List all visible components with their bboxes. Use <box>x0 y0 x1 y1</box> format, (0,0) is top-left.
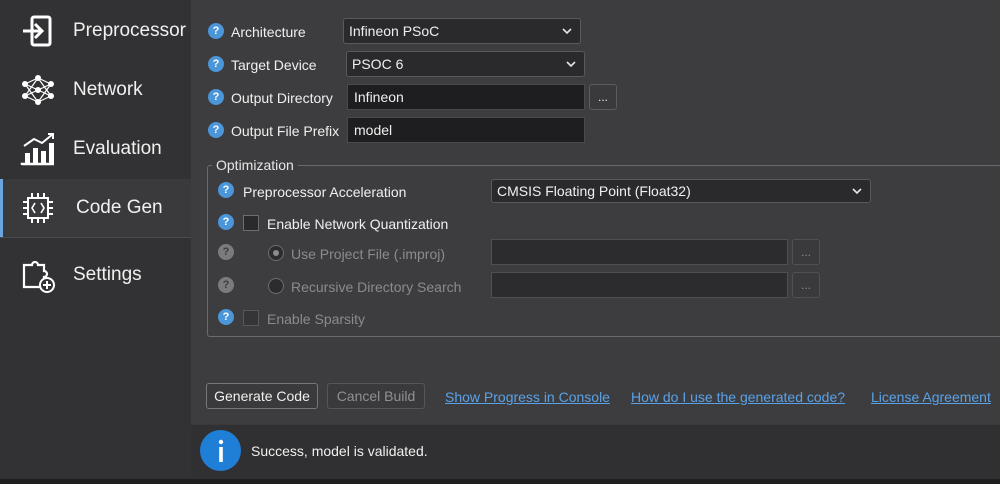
optimization-group-title: Optimization <box>212 157 298 173</box>
recursive-search-label: Recursive Directory Search <box>291 279 462 295</box>
generate-code-button[interactable]: Generate Code <box>206 383 318 409</box>
status-message: Success, model is validated. <box>251 443 428 459</box>
architecture-value: Infineon PSoC <box>349 23 440 39</box>
radio-selected-dot <box>273 250 279 256</box>
recursive-search-radio[interactable] <box>268 278 284 294</box>
preprocessor-acceleration-value: CMSIS Floating Point (Float32) <box>497 183 691 199</box>
help-icon[interactable]: ? <box>208 56 224 72</box>
enable-quantization-checkbox[interactable] <box>243 215 259 231</box>
cancel-build-button[interactable]: Cancel Build <box>327 383 425 409</box>
project-file-browse-button[interactable]: ... <box>792 239 820 265</box>
architecture-select[interactable]: Infineon PSoC <box>343 18 581 44</box>
chevron-down-icon <box>562 28 572 35</box>
sidebar-divider <box>0 237 191 238</box>
enable-sparsity-label: Enable Sparsity <box>267 311 366 327</box>
use-project-file-radio[interactable] <box>268 245 284 261</box>
window-bottom-edge <box>0 479 1000 484</box>
sidebar-item-settings[interactable]: Settings <box>0 246 191 304</box>
help-icon[interactable]: ? <box>218 182 234 198</box>
architecture-label: Architecture <box>231 24 306 40</box>
output-directory-browse-button[interactable]: ... <box>589 84 617 110</box>
target-device-value: PSOC 6 <box>352 56 404 72</box>
sidebar: Preprocessor Network Evaluation Code Gen… <box>0 0 191 484</box>
recursive-search-browse-button[interactable]: ... <box>792 272 820 298</box>
enable-quantization-label: Enable Network Quantization <box>267 216 449 232</box>
sidebar-item-label: Settings <box>73 264 142 285</box>
help-icon[interactable]: ? <box>218 309 234 325</box>
output-prefix-label: Output File Prefix <box>231 123 340 139</box>
sidebar-item-label: Code Gen <box>76 197 163 218</box>
bar-chart-icon <box>20 133 54 166</box>
target-device-select[interactable]: PSOC 6 <box>346 51 585 77</box>
sidebar-item-code-gen[interactable]: Code Gen <box>0 179 191 237</box>
sidebar-item-label: Preprocessor <box>73 20 186 41</box>
chevron-down-icon <box>566 61 576 68</box>
output-directory-label: Output Directory <box>231 90 333 106</box>
target-device-label: Target Device <box>231 57 317 73</box>
enable-sparsity-checkbox[interactable] <box>243 310 259 326</box>
puzzle-settings-icon <box>22 260 55 293</box>
sidebar-item-label: Network <box>73 79 143 100</box>
help-icon[interactable]: ? <box>218 214 234 230</box>
help-icon[interactable]: ? <box>218 277 234 293</box>
use-project-file-label: Use Project File (.improj) <box>291 246 446 262</box>
preprocessor-acceleration-label: Preprocessor Acceleration <box>243 184 407 200</box>
help-icon[interactable]: ? <box>208 122 224 138</box>
output-directory-field[interactable]: Infineon <box>347 84 585 110</box>
project-file-field[interactable] <box>491 239 788 265</box>
import-arrow-icon <box>23 15 52 47</box>
generated-code-help-link[interactable]: How do I use the generated code? <box>631 389 845 405</box>
license-agreement-link[interactable]: License Agreement <box>871 389 991 405</box>
help-icon[interactable]: ? <box>218 244 234 260</box>
show-progress-link[interactable]: Show Progress in Console <box>445 389 610 405</box>
help-icon[interactable]: ? <box>208 89 224 105</box>
output-prefix-field[interactable]: model <box>347 117 585 143</box>
sidebar-item-network[interactable]: Network <box>0 61 191 119</box>
chevron-down-icon <box>852 188 862 195</box>
chip-code-icon <box>23 193 53 223</box>
info-glyph <box>218 439 223 462</box>
recursive-search-field[interactable] <box>491 272 788 298</box>
sidebar-item-preprocessor[interactable]: Preprocessor <box>0 2 191 60</box>
sidebar-item-evaluation[interactable]: Evaluation <box>0 120 191 178</box>
info-icon <box>200 430 241 471</box>
sidebar-item-label: Evaluation <box>73 138 162 159</box>
preprocessor-acceleration-select[interactable]: CMSIS Floating Point (Float32) <box>491 179 871 203</box>
help-icon[interactable]: ? <box>208 23 224 39</box>
neural-network-icon <box>22 75 54 105</box>
